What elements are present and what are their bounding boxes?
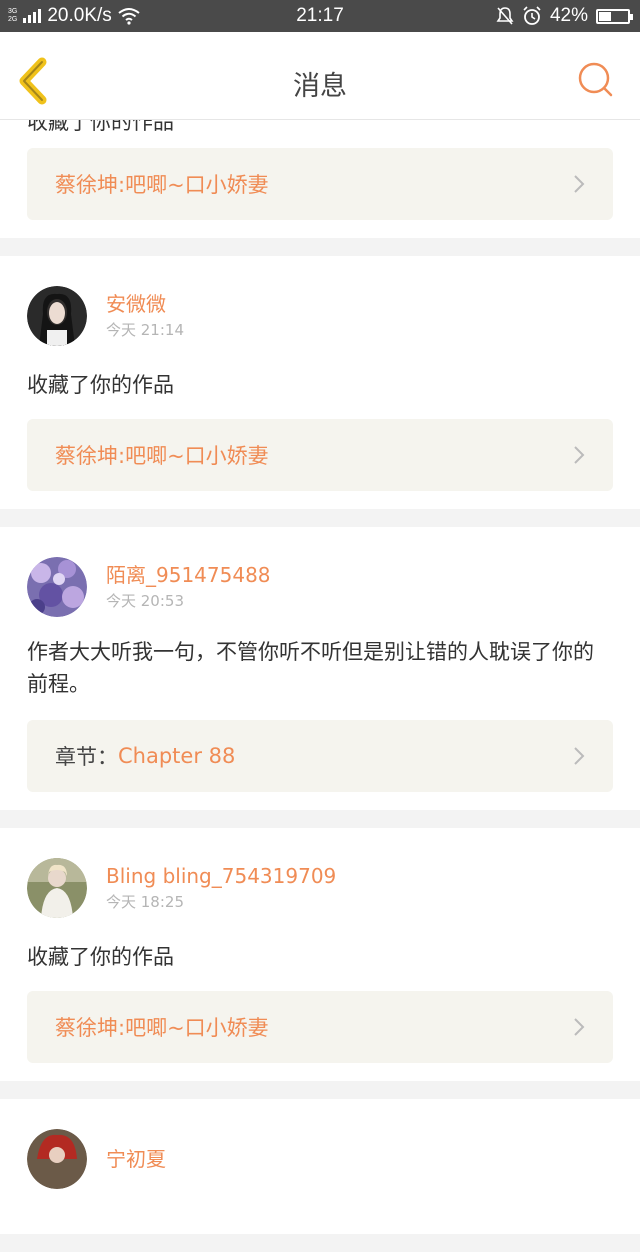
message-text: 收藏了你的作品 [27, 373, 174, 397]
username[interactable]: 陌离_951475488 [106, 562, 271, 588]
chapter-link[interactable]: 章节： Chapter 88 [27, 720, 613, 792]
message-text: 作者大大听我一句，不管你听不听但是别让错的人耽误了你的前程。 [27, 640, 594, 696]
username[interactable]: 宁初夏 [106, 1146, 166, 1172]
battery-fill [599, 11, 611, 21]
work-link[interactable]: 蔡徐坤:吧唧~口小娇妻 [27, 991, 613, 1063]
status-right: 42% [496, 5, 633, 27]
message-card: 收藏了你的作品 蔡徐坤:吧唧~口小娇妻 [0, 106, 640, 238]
work-link[interactable]: 蔡徐坤:吧唧~口小娇妻 [27, 148, 613, 220]
chevron-right-icon [574, 1018, 585, 1036]
bell-muted-icon [496, 7, 514, 25]
user-info: 陌离_951475488 今天 20:53 [106, 562, 271, 612]
message-card: Bling bling_754319709 今天 18:25 收藏了你的作品 蔡… [0, 828, 640, 1081]
chevron-right-icon [574, 446, 585, 464]
avatar[interactable] [27, 557, 87, 617]
user-info: 安微微 今天 21:14 [106, 291, 184, 341]
nav-header: 消息 [0, 32, 640, 120]
page-title: 消息 [293, 71, 347, 102]
search-icon[interactable] [576, 60, 616, 100]
work-title: 蔡徐坤:吧唧~口小娇妻 [55, 1016, 269, 1040]
alarm-icon [523, 6, 541, 25]
user-row[interactable]: 安微微 今天 21:14 [27, 281, 613, 351]
battery-icon [596, 8, 633, 24]
timestamp: 今天 20:53 [106, 592, 184, 610]
message-card: 宁初夏 [0, 1099, 640, 1234]
work-link[interactable]: 蔡徐坤:吧唧~口小娇妻 [27, 419, 613, 491]
message-card: 陌离_951475488 今天 20:53 作者大大听我一句，不管你听不听但是别… [0, 527, 640, 810]
message-list: 收藏了你的作品 蔡徐坤:吧唧~口小娇妻 安微微 今天 21:14 收藏了你的作品… [0, 106, 640, 1252]
avatar[interactable] [27, 858, 87, 918]
work-title: 蔡徐坤:吧唧~口小娇妻 [55, 173, 269, 197]
username[interactable]: 安微微 [106, 291, 184, 317]
user-row[interactable]: 陌离_951475488 今天 20:53 [27, 552, 613, 622]
user-info: 宁初夏 [106, 1146, 166, 1172]
avatar[interactable] [27, 1129, 87, 1189]
battery-percent: 42% [549, 5, 588, 26]
user-row[interactable]: 宁初夏 [27, 1124, 613, 1194]
work-title: 蔡徐坤:吧唧~口小娇妻 [55, 444, 269, 468]
message-text: 收藏了你的作品 [27, 945, 174, 969]
status-bar: 3G 2G 20.0K/s 21:17 42% [0, 0, 640, 32]
user-row[interactable]: Bling bling_754319709 今天 18:25 [27, 853, 613, 923]
chevron-right-icon [574, 175, 585, 193]
user-info: Bling bling_754319709 今天 18:25 [106, 863, 336, 913]
chapter-prefix: 章节： [55, 745, 118, 769]
message-card: 安微微 今天 21:14 收藏了你的作品 蔡徐坤:吧唧~口小娇妻 [0, 256, 640, 509]
timestamp: 今天 21:14 [106, 321, 184, 339]
username[interactable]: Bling bling_754319709 [106, 863, 336, 889]
chapter-title: Chapter 88 [118, 744, 236, 768]
chevron-right-icon [574, 747, 585, 765]
timestamp: 今天 18:25 [106, 893, 184, 911]
avatar[interactable] [27, 286, 87, 346]
